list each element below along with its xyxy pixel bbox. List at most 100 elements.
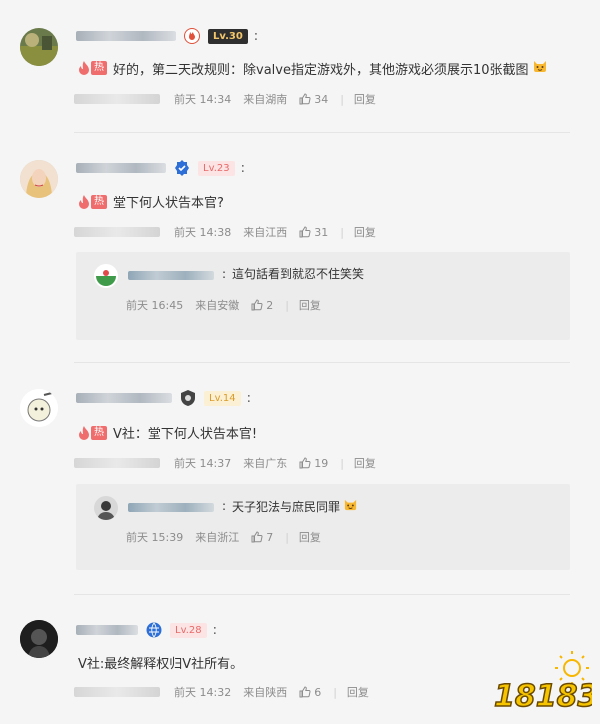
divider-bar: | — [285, 298, 289, 312]
comment-time: 前天 14:38 — [174, 226, 232, 239]
divider-bar: | — [340, 225, 344, 239]
like-count: 31 — [314, 225, 329, 239]
comment-text: 堂下何人状告本官? — [113, 196, 224, 211]
comment-location: 来自广东 — [243, 457, 288, 470]
cat-emoji-icon — [532, 58, 548, 78]
colon: : — [222, 499, 227, 513]
reply-button[interactable]: 回复 — [354, 224, 376, 240]
comment-time: 前天 14:34 — [174, 93, 232, 106]
hot-badge: 热 — [78, 425, 107, 440]
level-badge: Lv.30 — [208, 28, 248, 44]
reply-time: 前天 15:39 — [126, 531, 184, 544]
comment-text-row: 热 V社：堂下何人状告本官! — [78, 423, 257, 442]
hot-badge: 热 — [78, 61, 107, 75]
hot-label: 热 — [91, 425, 107, 440]
author-row: Lv.28 : — [76, 620, 217, 640]
source-device — [74, 227, 160, 237]
like-button[interactable]: 6 — [299, 686, 321, 699]
watermark-logo: 18183 — [492, 650, 599, 720]
comment-time: 前天 14:37 — [174, 457, 232, 470]
like-count: 6 — [314, 685, 322, 699]
level-badge: Lv.14 — [204, 390, 241, 406]
thumbs-up-icon — [251, 299, 263, 311]
reply-location: 来自浙江 — [195, 531, 240, 544]
thumbs-up-icon — [299, 93, 311, 105]
username[interactable] — [76, 31, 176, 41]
flame-icon — [79, 194, 89, 209]
thumbs-up-icon — [299, 457, 311, 469]
comment-location: 来自湖南 — [243, 93, 288, 106]
comment-time: 前天 14:32 — [174, 686, 232, 699]
colon: : — [246, 390, 252, 406]
reply-time: 前天 16:45 — [126, 299, 184, 312]
like-count: 7 — [266, 530, 274, 544]
vip-badge-icon — [184, 28, 200, 44]
like-count: 2 — [266, 298, 274, 312]
reply-username[interactable] — [128, 271, 214, 280]
author-row: Lv.14 : — [76, 388, 251, 408]
divider — [74, 132, 570, 133]
thumbs-up-icon — [299, 226, 311, 238]
comment-meta: 前天 14:37 来自广东 19 | 回复 — [74, 455, 388, 471]
hot-badge: 热 — [78, 194, 107, 209]
avatar[interactable] — [20, 160, 58, 198]
like-button[interactable]: 34 — [299, 93, 328, 106]
verified-badge-icon — [174, 160, 190, 176]
divider — [74, 594, 570, 595]
thumbs-up-icon — [251, 531, 263, 543]
reply-avatar[interactable] — [94, 496, 118, 520]
comment-meta: 前天 14:34 来自湖南 34 | 回复 — [74, 91, 388, 107]
divider-bar: | — [333, 685, 337, 699]
divider-bar: | — [340, 456, 344, 470]
comment-meta: 前天 14:38 来自江西 31 | 回复 — [74, 224, 388, 240]
comment-location: 来自陕西 — [243, 686, 288, 699]
reply-button[interactable]: 回复 — [354, 91, 376, 107]
like-count: 19 — [314, 456, 329, 470]
flame-icon — [79, 425, 89, 440]
reply-button[interactable]: 回复 — [299, 529, 321, 545]
hot-label: 热 — [91, 61, 107, 75]
source-device — [74, 687, 160, 697]
reply-text-row: : 這句話看到就忍不住笑笑 — [222, 265, 364, 282]
avatar[interactable] — [20, 28, 58, 66]
like-button[interactable]: 7 — [251, 531, 273, 544]
divider-bar: | — [340, 92, 344, 106]
shield-badge-icon — [180, 390, 196, 406]
hot-label: 热 — [91, 194, 107, 209]
username[interactable] — [76, 393, 172, 403]
reply-text: 天子犯法与庶民同罪 — [232, 499, 341, 514]
divider-bar: | — [285, 530, 289, 544]
comment-text: 好的，第二天改规则：除valve指定游戏外，其他游戏必须展示10张截图 — [113, 62, 529, 78]
comment-meta: 前天 14:32 来自陕西 6 | 回复 — [74, 684, 381, 700]
avatar[interactable] — [20, 620, 58, 658]
reply-button[interactable]: 回复 — [299, 297, 321, 313]
comment-location: 来自江西 — [243, 226, 288, 239]
thumbs-up-icon — [299, 686, 311, 698]
comment-text-row: V社:最终解释权归V社所有。 — [78, 653, 243, 672]
colon: : — [222, 266, 227, 281]
source-device — [74, 458, 160, 468]
like-button[interactable]: 31 — [299, 226, 328, 239]
comment-text-row: 热 堂下何人状告本官? — [78, 192, 224, 211]
like-button[interactable]: 2 — [251, 299, 273, 312]
avatar[interactable] — [20, 389, 58, 427]
like-button[interactable]: 19 — [299, 457, 328, 470]
globe-badge-icon — [146, 622, 162, 638]
reply-text-row: : 天子犯法与庶民同罪 — [222, 497, 358, 515]
username[interactable] — [76, 625, 138, 635]
level-badge: Lv.28 — [170, 622, 207, 638]
reply-button[interactable]: 回复 — [354, 455, 376, 471]
colon: : — [240, 160, 246, 176]
divider — [74, 362, 570, 363]
watermark-text: 18183 — [494, 679, 592, 714]
colon: : — [212, 622, 218, 638]
level-badge: Lv.23 — [198, 160, 235, 176]
username[interactable] — [76, 163, 166, 173]
reply-username[interactable] — [128, 503, 214, 512]
colon: : — [253, 28, 259, 44]
reply-avatar[interactable] — [94, 264, 118, 288]
reply-button[interactable]: 回复 — [347, 684, 369, 700]
reply-meta: 前天 16:45 来自安徽 2 | 回复 — [126, 297, 333, 313]
source-device — [74, 94, 160, 104]
reply-meta: 前天 15:39 来自浙江 7 | 回复 — [126, 529, 333, 545]
